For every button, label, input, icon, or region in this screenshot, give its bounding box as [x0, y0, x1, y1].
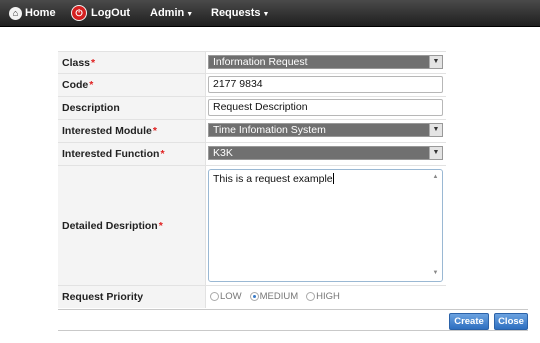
required-mark: * [91, 56, 96, 69]
function-label: Interested Function * [58, 143, 206, 165]
code-row: Code * 2177 9834 [58, 73, 446, 96]
function-select[interactable]: K3K ▼ [208, 146, 443, 160]
code-input[interactable]: 2177 9834 [208, 76, 443, 93]
priority-high-radio[interactable]: HIGH [306, 291, 340, 302]
function-select-value: K3K [213, 147, 233, 159]
home-icon: ⌂ [9, 6, 22, 20]
radio-circle-selected-icon [249, 292, 259, 301]
textarea-scrollbar[interactable]: ▲ ▼ [431, 173, 440, 278]
description-label: Description [58, 97, 206, 119]
required-mark: * [160, 148, 165, 160]
divider [58, 309, 528, 310]
class-row: Class * Information Request ▼ [58, 51, 446, 73]
dropdown-arrow-icon[interactable]: ▼ [429, 147, 442, 159]
scroll-up-icon[interactable]: ▲ [431, 173, 440, 182]
dropdown-arrow-icon[interactable]: ▼ [429, 124, 442, 136]
chevron-down-icon: ▼ [186, 10, 194, 18]
power-icon: ⏻ [71, 5, 87, 21]
nav-requests-menu[interactable]: Requests ▼ [211, 0, 269, 26]
detailed-description-label: Detailed Desription * [58, 166, 206, 285]
class-label: Class * [58, 52, 206, 73]
module-label: Interested Module * [58, 120, 206, 142]
module-row: Interested Module * Time Infomation Syste… [58, 119, 446, 142]
priority-label: Request Priority [58, 286, 206, 308]
divider [58, 330, 528, 331]
chevron-down-icon: ▼ [262, 10, 270, 18]
required-mark: * [158, 219, 163, 232]
nav-logout-label: LogOut [91, 7, 131, 19]
nav-admin-menu[interactable]: Admin ▼ [150, 0, 193, 26]
close-button[interactable]: Close [494, 313, 528, 330]
code-label: Code * [58, 74, 206, 96]
scroll-down-icon[interactable]: ▼ [431, 269, 440, 278]
priority-row: Request Priority LOW MEDIUM HIGH [58, 285, 446, 308]
required-mark: * [152, 125, 157, 137]
text-cursor [332, 173, 334, 184]
module-select-value: Time Infomation System [213, 124, 326, 136]
top-nav-bar: ⌂ Home ⏻ LogOut Admin ▼ Requests ▼ [0, 0, 540, 27]
priority-radio-group: LOW MEDIUM HIGH [210, 291, 340, 302]
nav-home-label: Home [25, 7, 56, 19]
class-select[interactable]: Information Request ▼ [208, 55, 443, 69]
module-select[interactable]: Time Infomation System ▼ [208, 123, 443, 137]
nav-logout[interactable]: ⏻ LogOut [71, 0, 130, 26]
nav-admin-label: Admin [150, 7, 185, 19]
class-select-value: Information Request [213, 56, 308, 68]
function-row: Interested Function * K3K ▼ [58, 142, 446, 165]
detailed-description-text: This is a request example [213, 173, 333, 185]
create-button[interactable]: Create [449, 313, 489, 330]
nav-home[interactable]: ⌂ Home [9, 0, 56, 26]
description-input[interactable]: Request Description [208, 99, 443, 116]
priority-low-radio[interactable]: LOW [210, 291, 242, 302]
nav-requests-label: Requests [211, 7, 261, 19]
detailed-description-textarea[interactable]: This is a request example ▲ ▼ [208, 169, 443, 282]
required-mark: * [89, 79, 94, 91]
dropdown-arrow-icon[interactable]: ▼ [429, 56, 442, 68]
detailed-description-row: Detailed Desription * This is a request e… [58, 165, 446, 285]
radio-circle-icon [306, 292, 316, 301]
description-row: Description Request Description [58, 96, 446, 119]
radio-circle-icon [210, 292, 219, 301]
priority-medium-radio[interactable]: MEDIUM [249, 291, 298, 302]
